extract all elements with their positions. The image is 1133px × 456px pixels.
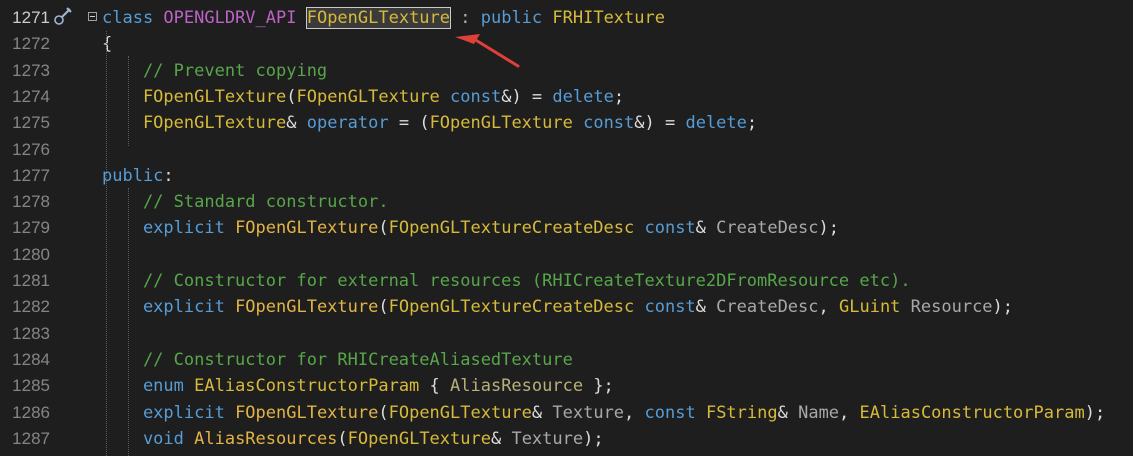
code-editor[interactable]: 1271 class OPENGLDRV_API FOpenGLTexture :… (0, 0, 1133, 456)
red-arrow-icon (455, 34, 520, 68)
